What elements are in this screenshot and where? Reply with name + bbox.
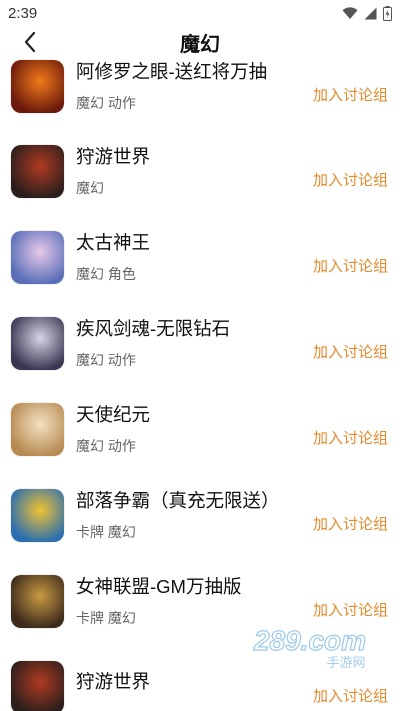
game-icon[interactable] [11,488,64,542]
game-name: 阿修罗之眼-送红将万抽 [76,61,268,82]
game-name: 疾风剑魂-无限钻石 [76,318,231,339]
game-name: 女神联盟-GM万抽版 [76,576,242,597]
join-discussion-button[interactable]: 加入讨论组 [313,599,388,620]
join-discussion-button[interactable]: 加入讨论组 [313,427,388,448]
game-row[interactable]: 太古神王 魔幻 角色 加入讨论组 [0,214,400,300]
join-discussion-button[interactable]: 加入讨论组 [313,513,388,534]
game-icon[interactable] [11,59,64,113]
game-row[interactable]: 狩游世界 魔幻 加入讨论组 [0,128,400,214]
join-discussion-button[interactable]: 加入讨论组 [313,169,388,190]
join-discussion-button[interactable]: 加入讨论组 [313,685,388,706]
back-button[interactable] [14,26,46,58]
status-bar: 2:39 [0,0,400,26]
chevron-left-icon [24,31,36,53]
game-list[interactable]: 阿修罗之眼-送红将万抽 魔幻 动作 加入讨论组 狩游世界 魔幻 加入讨论组 太古… [0,58,400,711]
game-name: 天使纪元 [76,404,151,425]
page-title: 魔幻 [180,33,220,56]
join-discussion-button[interactable]: 加入讨论组 [313,84,388,105]
status-icons [342,5,392,21]
game-name: 狩游世界 [76,146,151,167]
app-bar: 魔幻 [0,26,400,58]
signal-icon [364,7,377,19]
game-icon[interactable] [11,144,64,198]
game-name: 太古神王 [76,232,151,253]
status-time: 2:39 [8,4,38,22]
game-row[interactable]: 天使纪元 魔幻 动作 加入讨论组 [0,386,400,472]
game-icon[interactable] [11,574,64,628]
wifi-icon [342,6,358,19]
game-name: 部落争霸（真充无限送） [76,490,280,511]
game-icon[interactable] [11,230,64,284]
battery-charging-icon [383,5,392,21]
game-row[interactable]: 狩游世界 加入讨论组 [0,644,400,711]
game-icon[interactable] [11,316,64,370]
join-discussion-button[interactable]: 加入讨论组 [313,341,388,362]
game-row[interactable]: 女神联盟-GM万抽版 卡牌 魔幻 加入讨论组 [0,558,400,644]
game-icon[interactable] [11,660,64,711]
game-row[interactable]: 疾风剑魂-无限钻石 魔幻 动作 加入讨论组 [0,300,400,386]
game-row[interactable]: 阿修罗之眼-送红将万抽 魔幻 动作 加入讨论组 [0,58,400,128]
join-discussion-button[interactable]: 加入讨论组 [313,255,388,276]
game-icon[interactable] [11,402,64,456]
game-row[interactable]: 部落争霸（真充无限送） 卡牌 魔幻 加入讨论组 [0,472,400,558]
